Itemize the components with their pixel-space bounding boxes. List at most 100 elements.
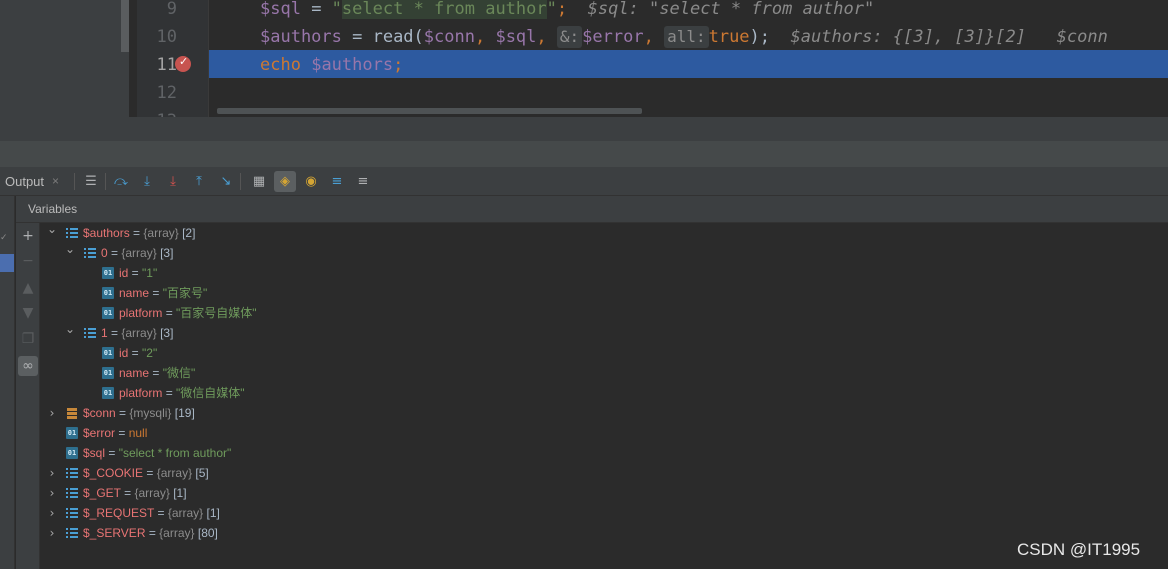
- equals-sign: =: [149, 286, 163, 300]
- equals-sign: =: [115, 406, 130, 420]
- toolbar-divider: [105, 173, 106, 190]
- code-token: $sql: [260, 0, 301, 19]
- variable-count: [1]: [169, 486, 187, 500]
- array-icon: [66, 527, 78, 539]
- chevron-right-icon[interactable]: ›: [46, 503, 58, 523]
- code-line-10[interactable]: $authors = read($conn, $sql, &: $error, a…: [260, 23, 1108, 51]
- step-over-icon[interactable]: ⤼: [110, 171, 132, 192]
- variable-row[interactable]: ⌄ 0 = {array} [3]: [40, 242, 1168, 263]
- evaluate-expression-icon[interactable]: ▦: [248, 171, 270, 192]
- variable-row[interactable]: › $_REQUEST = {array} [1]: [40, 503, 1168, 523]
- variable-row[interactable]: 01 name = "百家号": [40, 283, 1168, 303]
- remove-icon[interactable]: −: [16, 251, 40, 271]
- parameter-hint: &:: [556, 26, 583, 48]
- frame-selection[interactable]: [0, 254, 14, 272]
- variable-row[interactable]: › $_COOKIE = {array} [5]: [40, 463, 1168, 483]
- variable-count: [19]: [171, 406, 195, 420]
- code-editor[interactable]: 9 10 11 12 13 ✓ $sql = "select * from au…: [0, 0, 1168, 117]
- variable-row[interactable]: ⌄ 1 = {array} [3]: [40, 322, 1168, 343]
- variable-count: [3]: [156, 246, 174, 260]
- variable-name: $sql: [83, 446, 106, 460]
- code-token: $error: [582, 27, 644, 47]
- step-out-icon[interactable]: ⤒: [188, 171, 210, 192]
- frames-icon[interactable]: ☰: [80, 171, 102, 192]
- variable-row[interactable]: 01 platform = "百家号自媒体": [40, 303, 1168, 323]
- code-token: =: [300, 0, 332, 19]
- variable-count: [3]: [156, 326, 174, 340]
- variable-name: platform: [119, 386, 163, 400]
- close-icon[interactable]: ×: [52, 167, 59, 196]
- chevron-right-icon[interactable]: ›: [46, 403, 58, 423]
- force-step-into-icon[interactable]: ⤓: [162, 171, 184, 192]
- chevron-down-icon[interactable]: ⌄: [64, 319, 76, 339]
- equals-sign: =: [115, 426, 129, 440]
- chevron-right-icon[interactable]: ›: [46, 523, 58, 543]
- tab-output[interactable]: Output: [0, 167, 44, 196]
- line-number: 12: [156, 83, 177, 103]
- list-icon[interactable]: ≡: [326, 171, 348, 192]
- variable-name: id: [119, 266, 129, 280]
- panel-scrollbar[interactable]: [121, 0, 129, 52]
- step-into-icon[interactable]: ⤓: [136, 171, 158, 192]
- code-token: );: [749, 27, 771, 47]
- primitive-icon: 01: [102, 347, 114, 359]
- inline-debug-value: $conn: [1056, 27, 1108, 47]
- variable-value: "百家号": [162, 286, 208, 300]
- run-to-cursor-icon[interactable]: ↘: [215, 171, 237, 192]
- equals-sign: =: [128, 266, 143, 280]
- variable-row[interactable]: › $conn = {mysqli} [19]: [40, 403, 1168, 423]
- toolbar-divider: [240, 173, 241, 190]
- variable-value: "百家号自媒体": [176, 306, 257, 320]
- add-watch-icon[interactable]: ≡: [352, 171, 374, 192]
- chevron-right-icon[interactable]: ›: [46, 463, 58, 483]
- toolbar-divider: [74, 173, 75, 190]
- add-icon[interactable]: +: [16, 226, 40, 246]
- equals-sign: =: [128, 346, 143, 360]
- watch-icon[interactable]: ◉: [300, 171, 322, 192]
- variable-name: $conn: [83, 406, 116, 420]
- debug-toolbar: Output × ☰ ⤼ ⤓ ⤓ ⤒ ↘ ▦ ◈ ◉ ≡ ≡: [0, 167, 1168, 196]
- copy-icon[interactable]: ❐: [16, 329, 40, 349]
- variable-count: [2]: [178, 226, 196, 240]
- variable-row[interactable]: 01 id = "1": [40, 263, 1168, 283]
- primitive-icon: 01: [66, 447, 78, 459]
- primitive-icon: 01: [102, 287, 114, 299]
- variable-row[interactable]: › $_SERVER = {array} [80]: [40, 523, 1168, 543]
- variable-row[interactable]: ⌄ $authors = {array} [2]: [40, 222, 1168, 243]
- glasses-icon[interactable]: ∞: [18, 356, 38, 376]
- code-line-11[interactable]: echo $authors;: [260, 51, 403, 79]
- collapse-icon[interactable]: ✓: [0, 232, 8, 242]
- variable-row[interactable]: 01 platform = "微信自媒体": [40, 383, 1168, 403]
- variable-value: null: [128, 426, 148, 440]
- variable-count: [1]: [203, 506, 220, 520]
- code-token: $authors: [260, 27, 342, 47]
- code-line-9[interactable]: $sql = "select * from author"; $sql: "se…: [260, 0, 874, 23]
- chevron-down-icon[interactable]: ⌄: [46, 219, 58, 239]
- variable-row[interactable]: 01 $error = null: [40, 423, 1168, 443]
- variable-row[interactable]: 01 name = "微信": [40, 363, 1168, 383]
- move-up-icon[interactable]: ▲: [16, 278, 40, 298]
- variable-name: $_GET: [83, 486, 121, 500]
- variable-type: {array}: [159, 526, 195, 540]
- constants-icon[interactable]: ◈: [274, 171, 296, 192]
- line-number-current: 11: [156, 55, 177, 75]
- code-token: = read(: [341, 27, 424, 47]
- editor-horizontal-scrollbar[interactable]: [217, 108, 642, 114]
- variable-value: "微信自媒体": [176, 386, 245, 400]
- variable-value: "select * from author": [118, 446, 232, 460]
- variable-name: platform: [119, 306, 163, 320]
- primitive-icon: 01: [102, 387, 114, 399]
- code-token: true: [708, 27, 750, 47]
- breakpoint-check-icon: ✓: [179, 55, 189, 68]
- variable-row[interactable]: › $_GET = {array} [1]: [40, 483, 1168, 503]
- variable-name: id: [119, 346, 129, 360]
- variable-row[interactable]: 01 id = "2": [40, 343, 1168, 363]
- move-down-icon[interactable]: ▼: [16, 303, 40, 323]
- variable-row[interactable]: 01 $sql = "select * from author": [40, 443, 1168, 463]
- primitive-icon: 01: [102, 307, 114, 319]
- equals-sign: =: [120, 486, 135, 500]
- equals-sign: =: [162, 306, 177, 320]
- line-number: 9: [166, 0, 177, 19]
- chevron-right-icon[interactable]: ›: [46, 483, 58, 503]
- chevron-down-icon[interactable]: ⌄: [64, 239, 76, 259]
